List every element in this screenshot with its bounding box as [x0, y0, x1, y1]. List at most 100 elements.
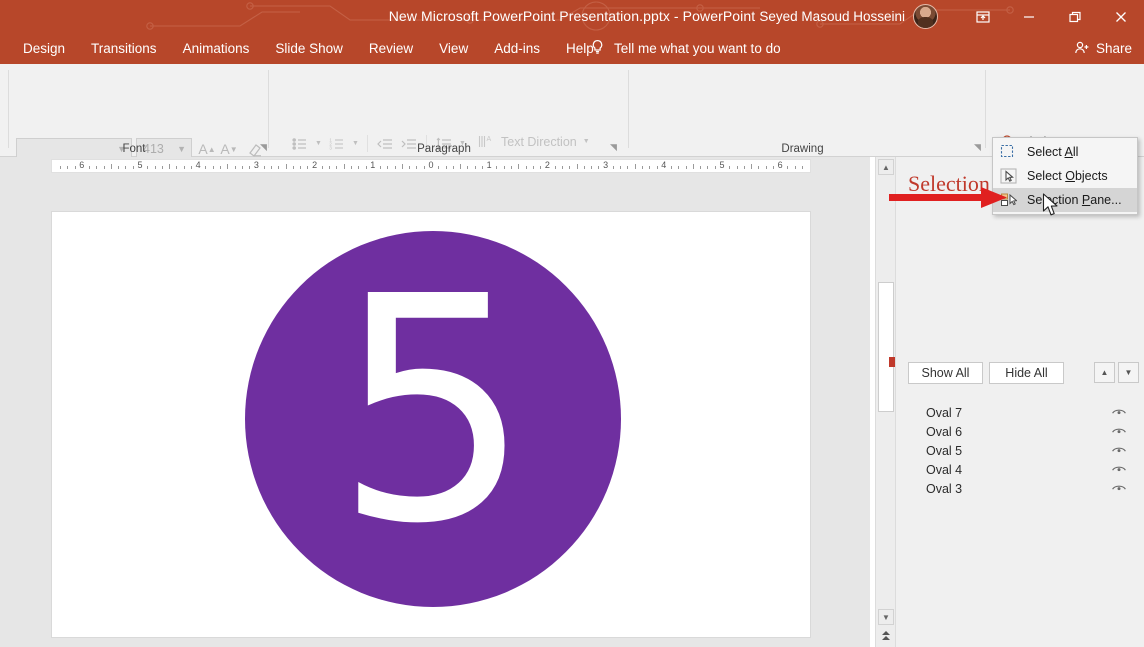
ruler-tick: [532, 166, 534, 169]
ruler-tick: [321, 166, 323, 169]
arrow-pointer-icon: [998, 166, 1018, 186]
drawing-group-label: Drawing: [781, 143, 824, 155]
object-list-item[interactable]: Oval 5: [896, 441, 1144, 460]
menu-item-select-objects[interactable]: Select Objects: [993, 164, 1137, 188]
ruler-tick: [205, 166, 207, 169]
tab-add-ins[interactable]: Add-ins: [481, 33, 553, 64]
selection-pane: Selection Show All Hide All ▲ ▼ Oval 7 Ov…: [895, 157, 1144, 647]
tab-transitions[interactable]: Transitions: [78, 33, 170, 64]
show-all-button[interactable]: Show All: [908, 362, 983, 384]
ruler-tick: [161, 166, 163, 169]
account-name: Seyed Masoud Hosseini: [759, 9, 905, 24]
ruler-tick: [336, 166, 338, 169]
object-list-item[interactable]: Oval 7: [896, 403, 1144, 422]
group-divider: [8, 70, 9, 148]
ruler-tick: [540, 166, 542, 169]
ruler-tick: [285, 164, 287, 169]
ruler-tick: [802, 166, 804, 169]
ruler-tick: [147, 166, 149, 169]
ruler-number: 6: [777, 160, 783, 170]
vertical-scrollbar[interactable]: ▲ ▼: [875, 157, 896, 647]
ruler-tick: [474, 166, 476, 169]
ruler-tick: [685, 166, 687, 169]
ruler-tick: [765, 166, 767, 169]
ruler-tick: [511, 166, 513, 169]
group-divider: [628, 70, 629, 148]
scroll-up-icon[interactable]: ▲: [878, 159, 894, 175]
ruler-tick: [561, 166, 563, 169]
ruler-tick: [416, 166, 418, 169]
menu-item-label: Select Objects: [1027, 169, 1108, 183]
eye-icon[interactable]: [1111, 463, 1127, 477]
oval-shape[interactable]: 5: [245, 231, 621, 607]
eye-icon[interactable]: [1111, 482, 1127, 496]
ruler-number: 4: [661, 160, 667, 170]
ruler-tick: [736, 166, 738, 169]
ruler-number: 3: [603, 160, 609, 170]
drawing-group: A: [620, 64, 985, 157]
scroll-down-icon[interactable]: ▼: [878, 609, 894, 625]
object-name: Oval 7: [926, 405, 963, 420]
ruler-tick: [278, 166, 280, 169]
move-backward-button[interactable]: ▼: [1118, 362, 1139, 383]
menu-item-select-all[interactable]: Select All: [993, 140, 1137, 164]
ruler-tick: [678, 166, 680, 169]
hide-all-button[interactable]: Hide All: [989, 362, 1064, 384]
mouse-cursor: [1042, 193, 1058, 216]
ruler-tick: [154, 166, 156, 169]
ruler-tick: [249, 166, 251, 169]
share-button[interactable]: Share: [1074, 33, 1132, 64]
tab-view[interactable]: View: [426, 33, 481, 64]
ribbon-tab-bar: Design Transitions Animations Slide Show…: [0, 33, 1144, 64]
ruler-tick: [649, 166, 651, 169]
ruler-tick: [656, 166, 658, 169]
move-forward-button[interactable]: ▲: [1094, 362, 1115, 383]
ruler-number: 2: [312, 160, 318, 170]
object-list-item[interactable]: Oval 4: [896, 460, 1144, 479]
object-name: Oval 6: [926, 424, 963, 439]
ruler-tick: [263, 166, 265, 169]
ruler-tick: [409, 166, 411, 169]
tab-design[interactable]: Design: [10, 33, 78, 64]
object-list-item[interactable]: Oval 3: [896, 479, 1144, 498]
avatar[interactable]: [913, 4, 938, 29]
ruler-tick: [576, 164, 578, 169]
tell-me-box[interactable]: Tell me what you want to do: [590, 33, 781, 64]
eye-icon[interactable]: [1111, 444, 1127, 458]
share-person-icon: [1074, 40, 1090, 58]
close-icon[interactable]: [1098, 0, 1144, 33]
ruler-number: 0: [428, 160, 434, 170]
select-dropdown-menu: Select All Select Objects Selection Pane…: [992, 137, 1138, 215]
ruler-tick: [169, 164, 171, 169]
ruler-tick: [96, 166, 98, 169]
drawing-dialog-launcher[interactable]: ◥: [972, 142, 983, 153]
previous-slide-icon[interactable]: [878, 628, 894, 644]
ruler-tick: [518, 164, 520, 169]
ruler-tick: [583, 166, 585, 169]
eye-icon[interactable]: [1111, 406, 1127, 420]
ruler-tick: [751, 164, 753, 169]
annotation-arrow: [889, 187, 1007, 208]
tell-me-label: Tell me what you want to do: [614, 41, 781, 56]
minimize-icon[interactable]: [1006, 0, 1052, 33]
account-area[interactable]: Seyed Masoud Hosseini: [759, 0, 938, 33]
ruler-tick: [794, 166, 796, 169]
ribbon-display-options-icon[interactable]: [960, 0, 1006, 33]
scrollbar-thumb[interactable]: [878, 282, 894, 412]
object-name: Oval 3: [926, 481, 963, 496]
ruler-tick: [620, 166, 622, 169]
ruler-tick: [227, 164, 229, 169]
slide-canvas[interactable]: 5: [51, 211, 811, 638]
menu-item-selection-pane[interactable]: Selection Pane...: [993, 188, 1137, 212]
select-all-icon: [998, 142, 1018, 162]
ruler-number: 1: [486, 160, 492, 170]
horizontal-ruler[interactable]: 6 5 4 3 2 1 0 1 2 3 4 5 6: [51, 159, 811, 173]
eye-icon[interactable]: [1111, 425, 1127, 439]
restore-icon[interactable]: [1052, 0, 1098, 33]
ruler-tick: [671, 166, 673, 169]
paragraph-dialog-launcher[interactable]: ◥: [608, 142, 619, 153]
tab-review[interactable]: Review: [356, 33, 426, 64]
object-list-item[interactable]: Oval 6: [896, 422, 1144, 441]
tab-animations[interactable]: Animations: [170, 33, 263, 64]
tab-slide-show[interactable]: Slide Show: [262, 33, 356, 64]
